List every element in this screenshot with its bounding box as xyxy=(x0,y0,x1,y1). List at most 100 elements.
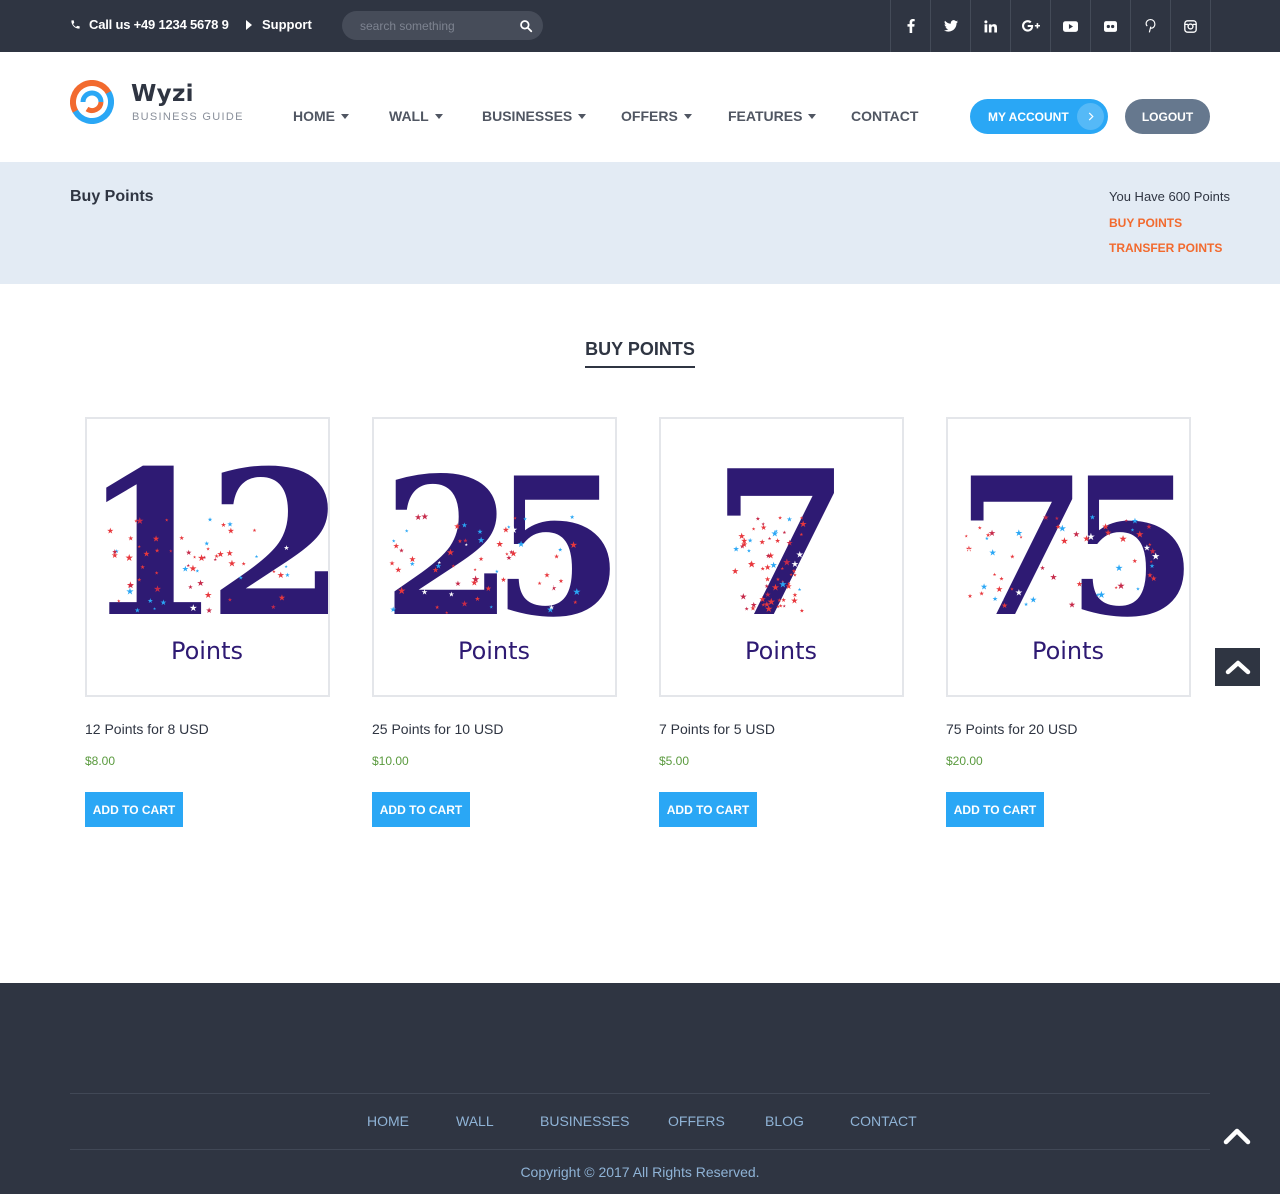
star-sparkle-icon: ★ xyxy=(1055,523,1061,531)
star-sparkle-icon: ★ xyxy=(527,545,531,550)
call-us[interactable]: Call us +49 1234 5678 9 xyxy=(70,17,229,32)
star-sparkle-icon: ★ xyxy=(241,562,246,568)
star-sparkle-icon: ★ xyxy=(1076,579,1083,588)
star-sparkle-icon: ★ xyxy=(397,586,406,597)
buy-points-link[interactable]: BUY POINTS xyxy=(1109,216,1182,230)
linkedin-icon[interactable] xyxy=(971,0,1011,52)
chevron-up-icon[interactable] xyxy=(1222,1126,1252,1146)
add-to-cart-button[interactable]: ADD TO CART xyxy=(946,792,1044,827)
star-sparkle-icon: ★ xyxy=(1087,565,1096,576)
star-sparkle-icon: ★ xyxy=(1114,585,1118,590)
nav-wall-label: WALL xyxy=(389,108,429,124)
page-title-band: Buy Points You Have 600 Points BUY POINT… xyxy=(0,162,1280,284)
product-name[interactable]: 12 Points for 8 USD xyxy=(85,721,209,737)
product-image[interactable]: 12 ★ ★ ★ ★ ★ ★ ★ ★ ★ ★ ★ ★ ★ ★ ★ ★ ★ ★ ★ ★ ★ ★ ★ ★ ★ ★ ★ ★ ★ ★ ★ ★ ★ ★ ★ ★ ★… xyxy=(85,417,330,697)
search-icon[interactable] xyxy=(519,19,533,33)
search-box xyxy=(342,11,543,40)
star-sparkle-icon: ★ xyxy=(1124,518,1128,523)
star-sparkle-icon: ★ xyxy=(1024,602,1029,608)
pinterest-icon[interactable] xyxy=(1131,0,1171,52)
star-sparkle-icon: ★ xyxy=(228,558,236,569)
product-image[interactable]: 75 ★ ★ ★ ★ ★ ★ ★ ★ ★ ★ ★ ★ ★ ★ ★ ★ ★ ★ ★ ★ ★ ★ ★ ★ ★ ★ ★ ★ ★ ★ ★ ★ ★ ★ ★ ★ ★… xyxy=(946,417,1191,697)
product-name[interactable]: 75 Points for 20 USD xyxy=(946,721,1078,737)
add-to-cart-button[interactable]: ADD TO CART xyxy=(659,792,757,827)
footer-nav-contact[interactable]: CONTACT xyxy=(850,1113,917,1129)
my-account-button[interactable]: MY ACCOUNT xyxy=(970,99,1108,134)
add-to-cart-button[interactable]: ADD TO CART xyxy=(85,792,183,827)
logout-button[interactable]: LOGOUT xyxy=(1125,99,1210,134)
caret-down-icon xyxy=(808,113,817,119)
caret-down-icon xyxy=(434,113,443,119)
star-sparkle-icon: ★ xyxy=(554,553,560,560)
add-to-cart-button[interactable]: ADD TO CART xyxy=(372,792,470,827)
star-sparkle-icon: ★ xyxy=(1096,593,1100,599)
footer-nav-home[interactable]: HOME xyxy=(367,1113,409,1129)
product-image[interactable]: 25 ★ ★ ★ ★ ★ ★ ★ ★ ★ ★ ★ ★ ★ ★ ★ ★ ★ ★ ★ ★ ★ ★ ★ ★ ★ ★ ★ ★ ★ ★ ★ ★ ★ ★ ★ ★ ★… xyxy=(372,417,617,697)
scroll-to-top-button[interactable] xyxy=(1215,648,1260,686)
star-sparkle-icon: ★ xyxy=(1150,574,1157,583)
youtube-icon[interactable] xyxy=(1051,0,1091,52)
footer-nav-offers[interactable]: OFFERS xyxy=(668,1113,725,1129)
star-sparkle-icon: ★ xyxy=(1132,558,1138,565)
nav-home[interactable]: HOME xyxy=(293,108,349,124)
support-link[interactable]: Support xyxy=(246,17,312,32)
instagram-icon[interactable] xyxy=(1171,0,1211,52)
star-sparkle-icon: ★ xyxy=(731,567,739,577)
product-name[interactable]: 25 Points for 10 USD xyxy=(372,721,504,737)
product-name[interactable]: 7 Points for 5 USD xyxy=(659,721,775,737)
nav-offers[interactable]: OFFERS xyxy=(621,108,692,124)
footer-nav-wall[interactable]: WALL xyxy=(456,1113,494,1129)
star-sparkle-icon: ★ xyxy=(1001,601,1008,610)
star-sparkle-icon: ★ xyxy=(988,529,996,539)
star-sparkle-icon: ★ xyxy=(227,526,234,536)
star-sparkle-icon: ★ xyxy=(523,516,527,522)
top-bar: Call us +49 1234 5678 9 Support xyxy=(0,0,1280,52)
phone-text: Call us +49 1234 5678 9 xyxy=(89,17,229,32)
brand-name[interactable]: Wyzi xyxy=(131,81,194,107)
star-sparkle-icon: ★ xyxy=(1087,532,1096,543)
star-sparkle-icon: ★ xyxy=(1030,596,1038,606)
star-sparkle-icon: ★ xyxy=(213,557,217,563)
facebook-icon[interactable] xyxy=(891,0,931,52)
nav-contact[interactable]: CONTACT xyxy=(851,108,918,124)
twitter-icon[interactable] xyxy=(931,0,971,52)
star-sparkle-icon: ★ xyxy=(485,584,492,593)
star-sparkle-icon: ★ xyxy=(137,544,141,549)
star-sparkle-icon: ★ xyxy=(1136,530,1145,541)
star-sparkle-icon: ★ xyxy=(204,541,210,548)
search-input[interactable] xyxy=(360,18,519,33)
star-sparkle-icon: ★ xyxy=(147,597,153,605)
star-sparkle-icon: ★ xyxy=(1015,529,1023,539)
star-sparkle-icon: ★ xyxy=(799,607,804,614)
nav-offers-label: OFFERS xyxy=(621,108,678,124)
star-sparkle-icon: ★ xyxy=(189,564,197,575)
star-sparkle-icon: ★ xyxy=(1117,581,1126,592)
nav-contact-label: CONTACT xyxy=(851,108,919,124)
section-title-underline xyxy=(585,366,695,368)
transfer-points-link[interactable]: TRANSFER POINTS xyxy=(1109,241,1222,255)
points-balance: You Have 600 Points xyxy=(1109,189,1230,204)
points-graphic: 75 ★★★★★★★★★★★★★★★★★★★★★★★★ ★★★★★★★★★★★★★… xyxy=(956,436,1189,665)
caret-right-icon xyxy=(246,19,252,30)
star-sparkle-icon: ★ xyxy=(776,604,780,610)
nav-businesses[interactable]: BUSINESSES xyxy=(482,108,587,124)
star-sparkle-icon: ★ xyxy=(128,581,135,590)
star-sparkle-icon: ★ xyxy=(186,548,192,557)
star-sparkle-icon: ★ xyxy=(1015,589,1023,599)
star-sparkle-icon: ★ xyxy=(112,548,118,556)
nav-businesses-label: BUSINESSES xyxy=(482,108,573,124)
star-sparkle-icon: ★ xyxy=(1149,563,1155,570)
star-sparkle-icon: ★ xyxy=(165,518,169,524)
main-header: Wyzi BUSINESS GUIDE HOME WALL BUSINESSES… xyxy=(0,52,1280,162)
flickr-icon[interactable] xyxy=(1091,0,1131,52)
star-sparkle-icon: ★ xyxy=(979,590,985,597)
footer-nav-blog[interactable]: BLOG xyxy=(765,1113,804,1129)
product-image[interactable]: 7 ★ ★ ★ ★ ★ ★ ★ ★ ★ ★ ★ ★ ★ ★ ★ ★ ★ ★ ★ ★ ★ ★ ★ ★ ★ ★ ★ ★ ★ ★ ★ ★ ★ ★ ★ ★ ★ ★… xyxy=(659,417,904,697)
wyzi-logo-icon[interactable] xyxy=(70,80,114,124)
nav-wall[interactable]: WALL xyxy=(389,108,443,124)
google-plus-icon[interactable] xyxy=(1011,0,1051,52)
product-card: 7 ★ ★ ★ ★ ★ ★ ★ ★ ★ ★ ★ ★ ★ ★ ★ ★ ★ ★ ★ ★ ★ ★ ★ ★ ★ ★ ★ ★ ★ ★ ★ ★ ★ ★ ★ ★ ★ ★… xyxy=(659,417,904,827)
star-sparkle-icon: ★ xyxy=(197,553,205,564)
footer-nav-businesses[interactable]: BUSINESSES xyxy=(540,1113,629,1129)
nav-features[interactable]: FEATURES xyxy=(728,108,817,124)
